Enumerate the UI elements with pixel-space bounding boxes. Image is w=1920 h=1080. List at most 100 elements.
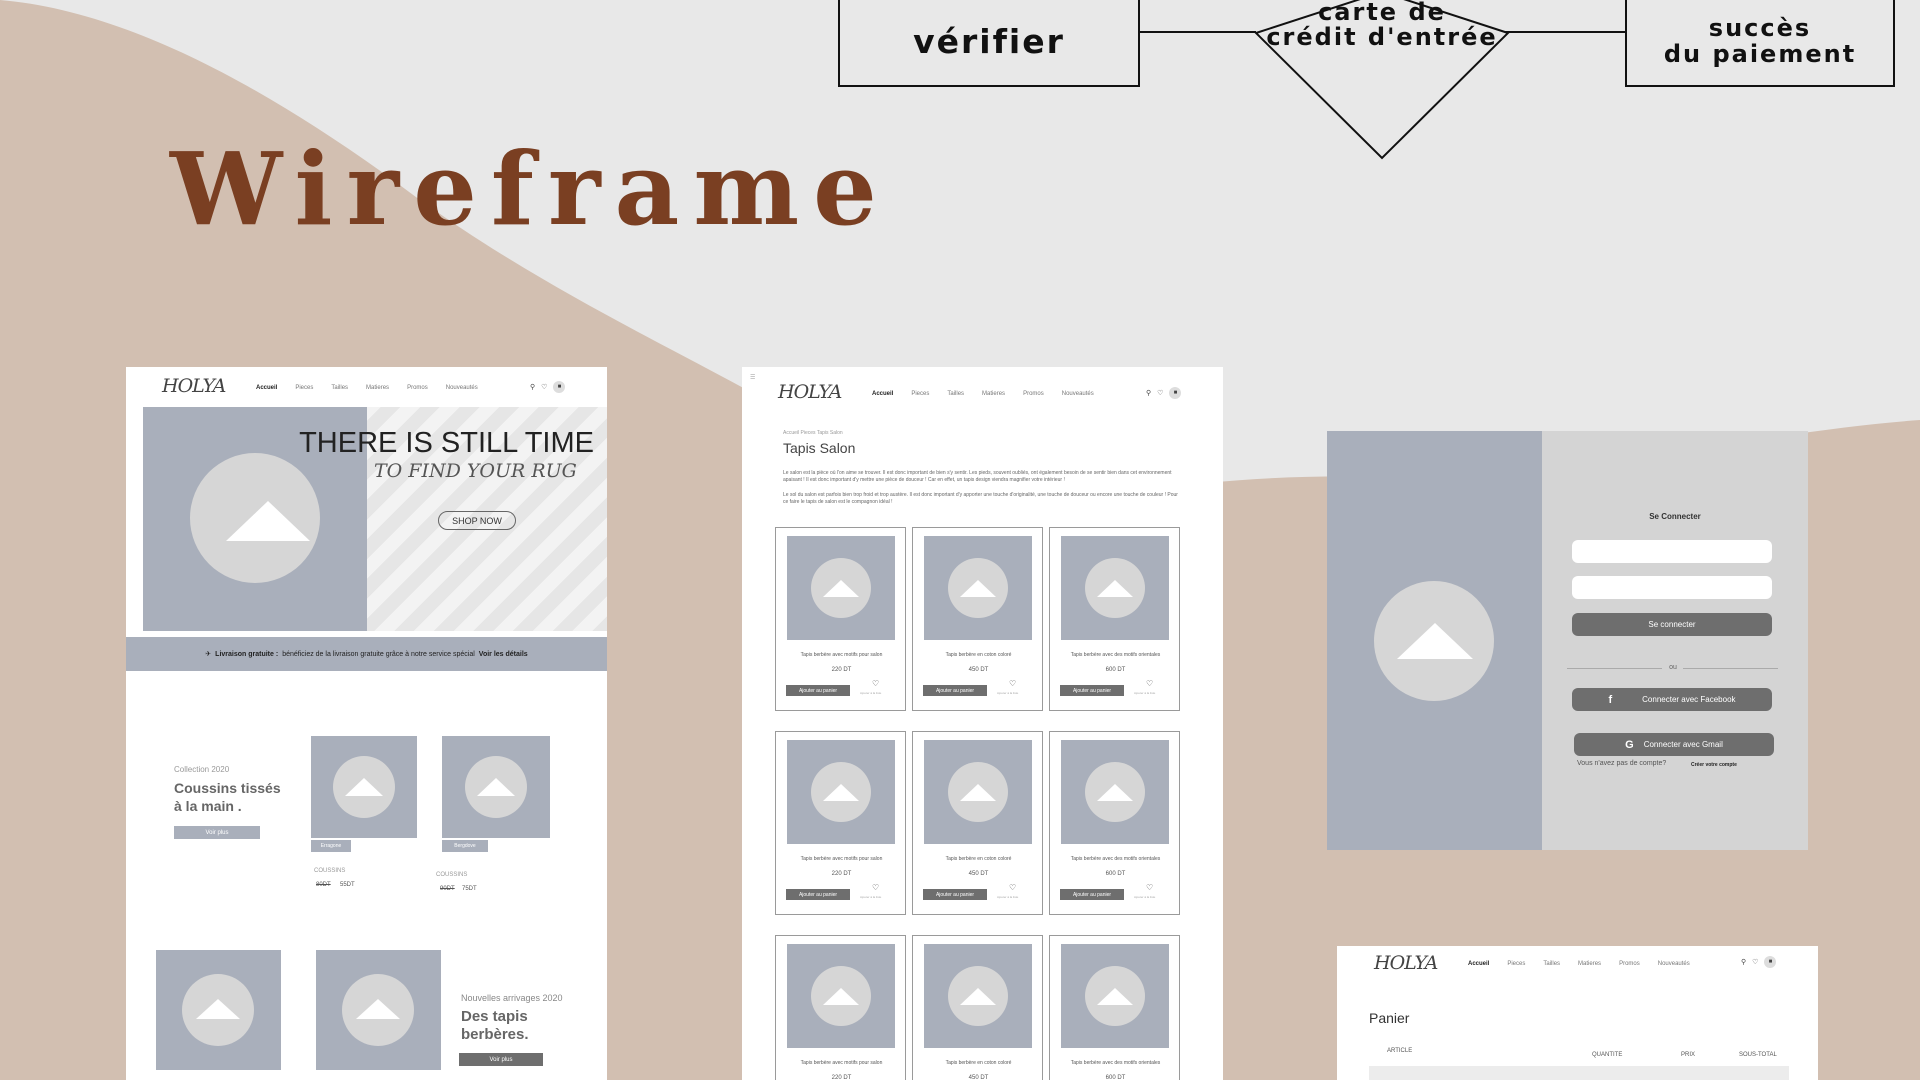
search-icon[interactable]: ⚲ [1741, 958, 1746, 966]
add-to-cart-button[interactable]: Ajouter au panier [1060, 685, 1124, 696]
nav-matieres[interactable]: Matieres [366, 385, 389, 391]
gmail-login-button[interactable]: G Connecter avec Gmail [1574, 733, 1774, 756]
delivery-banner: ✈ Livraison gratuite : bénéficiez de la … [126, 637, 607, 671]
flow-success-box: succès du paiement [1625, 0, 1895, 87]
flow-success-line1: succès [1708, 14, 1812, 43]
wishlist-heart-icon[interactable]: ♡ [1146, 679, 1153, 688]
collection-tag-2: Bergdove [442, 840, 488, 852]
cart-col-price: PRIX [1681, 1052, 1696, 1058]
product-card[interactable]: Tapis berbère avec motifs pour salon 220… [775, 731, 906, 915]
product-cat-1: COUSSINS [314, 868, 346, 874]
product-card[interactable]: Tapis berbère avec motifs pour salon 220… [775, 935, 906, 1080]
nav-matieres[interactable]: Matieres [982, 391, 1005, 397]
gmail-label: Connecter avec Gmail [1643, 740, 1723, 749]
add-to-cart-button[interactable]: Ajouter au panier [923, 889, 987, 900]
search-icon[interactable]: ⚲ [1146, 389, 1151, 397]
image-placeholder-icon [960, 580, 996, 597]
flow-connector-1 [1140, 31, 1256, 33]
product-card[interactable]: Tapis berbère avec des motifs orientales… [1049, 527, 1180, 711]
cart-icon[interactable]: ■ [1169, 387, 1182, 399]
wishlist-label: Ajouter à la liste [997, 691, 1019, 695]
collection-voir-plus-button[interactable]: Voir plus [174, 826, 260, 839]
nav-accueil[interactable]: Accueil [256, 385, 277, 391]
add-to-cart-button[interactable]: Ajouter au panier [786, 889, 850, 900]
nav-pieces[interactable]: Pieces [911, 391, 929, 397]
search-icon[interactable]: ⚲ [530, 383, 535, 391]
flow-verify-label: vérifier [913, 22, 1065, 61]
product-price: 600 DT [1105, 871, 1126, 877]
login-username-input[interactable] [1572, 540, 1772, 563]
nav-accueil[interactable]: Accueil [1468, 961, 1489, 967]
facebook-icon: f [1608, 693, 1613, 706]
wishlist-label: Ajouter à la liste [1134, 895, 1156, 899]
heart-icon[interactable]: ♡ [1752, 958, 1758, 966]
product-price: 220 DT [831, 871, 852, 877]
product-card[interactable]: Tapis berbère avec motifs pour salon 220… [775, 527, 906, 711]
nav-pieces[interactable]: Pieces [295, 385, 313, 391]
cart-icon[interactable]: ■ [1764, 956, 1777, 968]
home-logo[interactable]: HOLYA [162, 375, 226, 397]
wishlist-heart-icon[interactable]: ♡ [872, 883, 879, 892]
wishlist-label: Ajouter à la liste [860, 895, 882, 899]
home-nav: Accueil Pieces Tailles Matieres Promos N… [256, 385, 478, 391]
cart-icon[interactable]: ■ [553, 381, 566, 393]
add-to-cart-button[interactable]: Ajouter au panier [923, 685, 987, 696]
flow-connector-2 [1505, 31, 1625, 33]
image-placeholder-icon [1097, 784, 1133, 801]
nav-pieces[interactable]: Pieces [1507, 961, 1525, 967]
nav-tailles[interactable]: Tailles [331, 385, 348, 391]
nav-nouveautes[interactable]: Nouveautés [1658, 961, 1690, 967]
arrivals-voir-plus-button[interactable]: Voir plus [459, 1053, 543, 1066]
login-submit-button[interactable]: Se connecter [1572, 613, 1772, 636]
login-password-input[interactable] [1572, 576, 1772, 599]
cart-table-body [1369, 1066, 1789, 1080]
product-card[interactable]: Tapis berbère en coton coloré 450 DT Ajo… [912, 731, 1043, 915]
heart-icon[interactable]: ♡ [1157, 389, 1163, 397]
facebook-login-button[interactable]: f Connecter avec Facebook [1572, 688, 1772, 711]
arrivals-title-line1: Des tapis [461, 1008, 528, 1025]
nav-matieres[interactable]: Matieres [1578, 961, 1601, 967]
add-to-cart-button[interactable]: Ajouter au panier [1060, 889, 1124, 900]
product-card[interactable]: Tapis berbère en coton coloré 450 DT Ajo… [912, 527, 1043, 711]
product-name: Tapis berbère avec motifs pour salon [800, 1060, 883, 1066]
arrivals-title: Des tapis berbères. [461, 1008, 529, 1044]
product-card[interactable]: Tapis berbère en coton coloré 450 DT Ajo… [912, 935, 1043, 1080]
shop-now-button[interactable]: SHOP NOW [438, 511, 516, 530]
product-card[interactable]: Tapis berbère avec des motifs orientales… [1049, 935, 1180, 1080]
flow-card-line1: carte de [1318, 0, 1446, 26]
collection-title: Coussins tissés à la main . [174, 779, 281, 815]
nav-tailles[interactable]: Tailles [1543, 961, 1560, 967]
flow-success-line2: du paiement [1663, 39, 1857, 68]
facebook-label: Connecter avec Facebook [1642, 695, 1736, 704]
wishlist-heart-icon[interactable]: ♡ [872, 679, 879, 688]
banner-bold: Livraison gratuite : [215, 650, 279, 658]
listing-nav: Accueil Pieces Tailles Matieres Promos N… [872, 391, 1094, 397]
nav-tailles[interactable]: Tailles [947, 391, 964, 397]
google-icon: G [1625, 738, 1634, 751]
product-cat-2: COUSSINS [436, 872, 468, 878]
listing-wireframe: ☰ HOLYA Accueil Pieces Tailles Matieres … [742, 367, 1223, 1080]
nav-accueil[interactable]: Accueil [872, 391, 893, 397]
nav-nouveautes[interactable]: Nouveautés [1062, 391, 1094, 397]
nav-promos[interactable]: Promos [407, 385, 428, 391]
hamburger-icon[interactable]: ☰ [750, 374, 755, 381]
nav-promos[interactable]: Promos [1023, 391, 1044, 397]
wishlist-label: Ajouter à la liste [1134, 691, 1156, 695]
wishlist-heart-icon[interactable]: ♡ [1146, 883, 1153, 892]
wishlist-heart-icon[interactable]: ♡ [1009, 883, 1016, 892]
cart-logo[interactable]: HOLYA [1374, 952, 1438, 974]
add-to-cart-button[interactable]: Ajouter au panier [786, 685, 850, 696]
listing-logo[interactable]: HOLYA [778, 381, 842, 403]
nav-promos[interactable]: Promos [1619, 961, 1640, 967]
product-price: 450 DT [968, 667, 989, 673]
nav-nouveautes[interactable]: Nouveautés [446, 385, 478, 391]
wishlist-heart-icon[interactable]: ♡ [1009, 679, 1016, 688]
page-title: Wireframe [170, 130, 891, 248]
image-placeholder-icon [345, 778, 383, 796]
create-account-link[interactable]: Créer votre compte [1691, 762, 1737, 768]
image-placeholder-icon [196, 999, 240, 1019]
listing-header-icons: ⚲ ♡ ■ [1146, 387, 1182, 399]
banner-link[interactable]: Voir les détails [479, 651, 528, 658]
product-card[interactable]: Tapis berbère avec des motifs orientales… [1049, 731, 1180, 915]
heart-icon[interactable]: ♡ [541, 383, 547, 391]
